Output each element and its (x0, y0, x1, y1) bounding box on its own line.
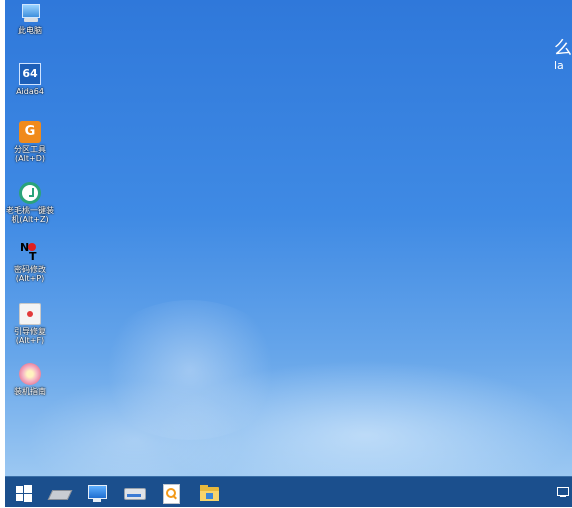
computer-icon (19, 2, 41, 24)
windows-start-icon[interactable] (13, 482, 35, 504)
desktop-background: 此电脑 64 Aida64 G 分区工具 (Alt+D) 老毛桃一键装 机(Al… (5, 0, 572, 476)
desktop-icon-label: 分区工具 (Alt+D) (14, 145, 46, 163)
desktop-icon-boot-repair[interactable]: 引导修复 (Alt+F) (5, 303, 56, 345)
brand-watermark: 么 la (554, 40, 572, 72)
search-document-icon[interactable] (160, 482, 182, 504)
desktop-icon-one-key-install[interactable]: 老毛桃一键装 机(Alt+Z) (5, 182, 56, 224)
desktop-icon-partition-tool[interactable]: G 分区工具 (Alt+D) (5, 121, 56, 163)
light-glow (25, 380, 245, 476)
network-tray-icon[interactable] (557, 487, 569, 497)
brand-glyph: 么 (554, 38, 572, 59)
disk-drive-icon[interactable] (123, 482, 146, 504)
folder-icon[interactable] (198, 482, 220, 504)
desktop-icon-label: 此电脑 (18, 26, 42, 35)
monitor-icon[interactable] (86, 482, 108, 504)
desktop-icon-label: 老毛桃一键装 机(Alt+Z) (6, 206, 54, 224)
aida64-icon: 64 (19, 63, 41, 85)
light-glow (95, 300, 285, 440)
desktop-icon-label: 引导修复 (Alt+F) (14, 327, 46, 345)
taskbar (5, 476, 572, 508)
install-guide-icon (19, 363, 41, 385)
boot-repair-icon (19, 303, 41, 325)
desktop-icon-label: Aida64 (16, 87, 44, 96)
one-key-install-icon (19, 182, 41, 204)
password-reset-icon: NT (20, 241, 37, 263)
desktop-icon-aida64[interactable]: 64 Aida64 (5, 63, 56, 96)
brand-sub: la (554, 59, 564, 72)
light-glow (155, 360, 572, 476)
desktop-icon-label: 装机指南 (14, 387, 46, 396)
diskgenius-icon: G (19, 121, 41, 143)
desktop-icon-install-guide[interactable]: 装机指南 (5, 363, 56, 396)
desktop-icon-label: 密码修改 (Alt+P) (14, 265, 46, 283)
desktop-icon-password-reset[interactable]: NT 密码修改 (Alt+P) (5, 241, 56, 283)
desktop-icon-computer[interactable]: 此电脑 (5, 2, 56, 35)
chip-memory-icon[interactable] (47, 482, 73, 504)
